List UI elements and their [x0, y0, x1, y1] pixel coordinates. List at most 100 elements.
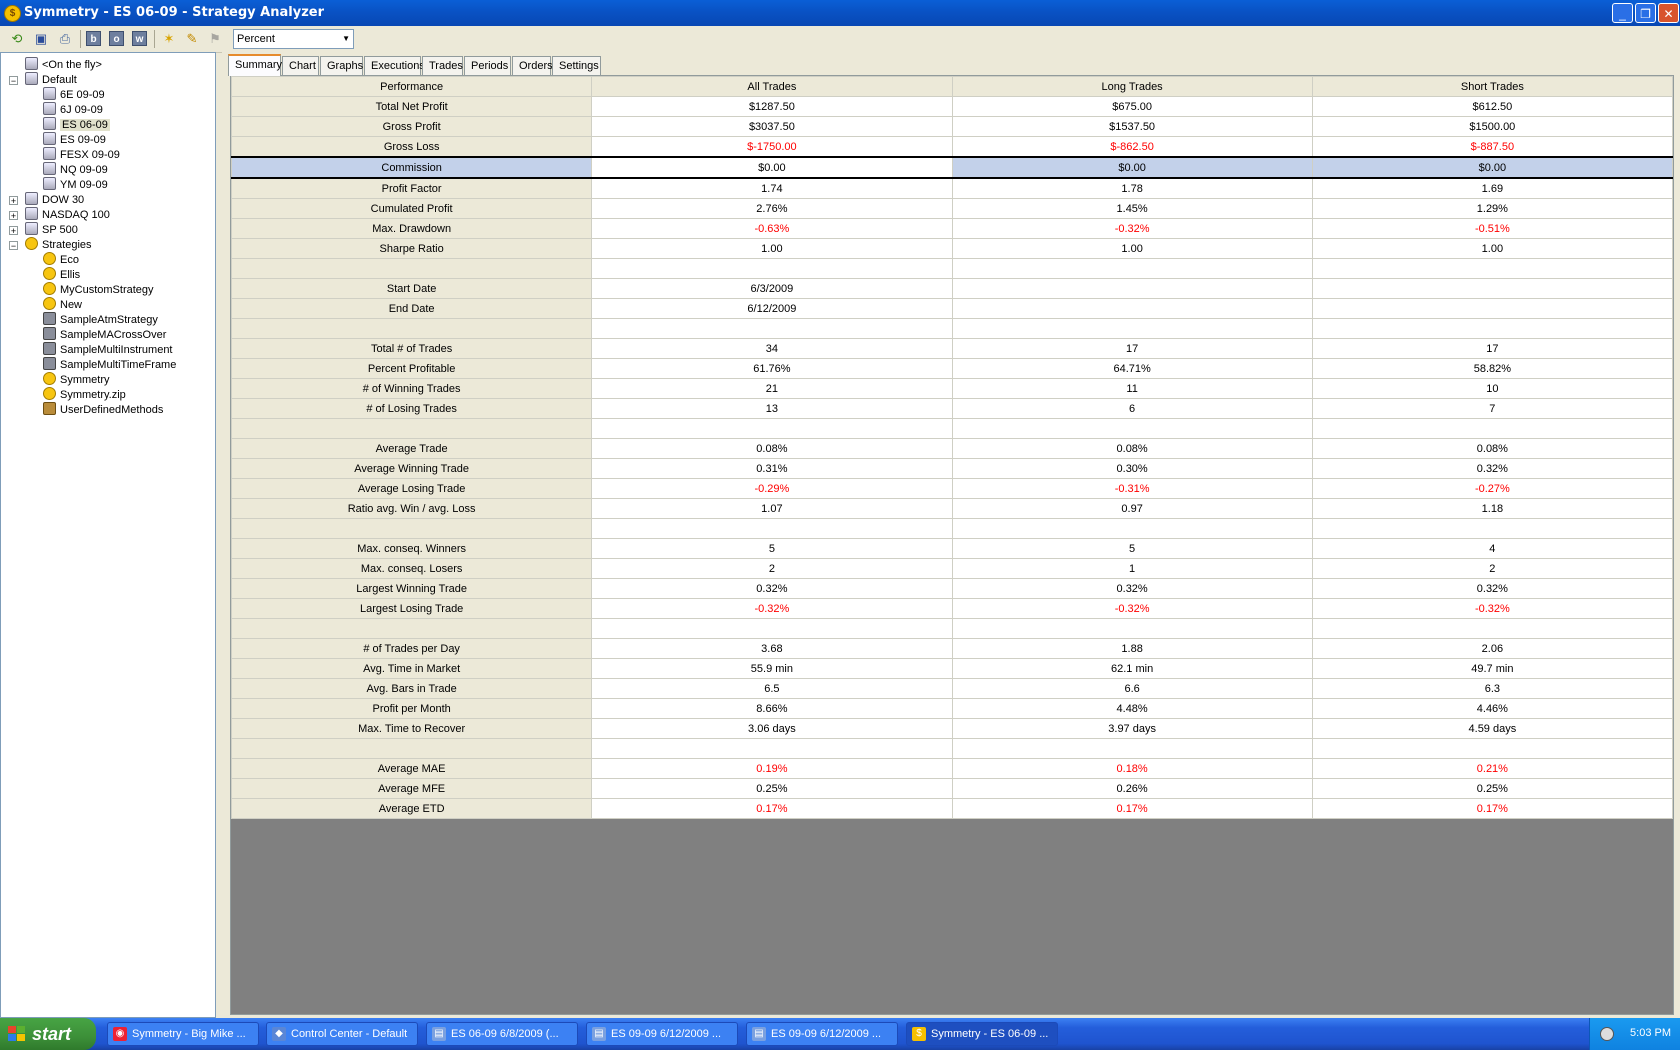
- table-spacer-row[interactable]: [230, 418, 1674, 439]
- edit-icon[interactable]: ✎: [183, 30, 201, 48]
- b-button[interactable]: b: [86, 31, 101, 46]
- table-row-largest-losing-trade[interactable]: Largest Losing Trade -0.32% -0.32% -0.32%: [230, 598, 1674, 619]
- tree-item-eco[interactable]: Eco: [43, 252, 79, 268]
- table-row-avg-bars-in-trade[interactable]: Avg. Bars in Trade 6.5 6.6 6.3: [230, 678, 1674, 699]
- tab-periods[interactable]: Periods: [464, 56, 511, 75]
- table-spacer-row[interactable]: [230, 258, 1674, 279]
- tab-executions[interactable]: Executions: [364, 56, 425, 75]
- tree-item-userdefinedmethods[interactable]: UserDefinedMethods: [43, 402, 163, 418]
- table-row-max-conseq-winners[interactable]: Max. conseq. Winners 5 5 4: [230, 538, 1674, 559]
- table-row-profit-factor[interactable]: Profit Factor 1.74 1.78 1.69: [230, 177, 1674, 199]
- table-row-average-etd[interactable]: Average ETD 0.17% 0.17% 0.17%: [230, 798, 1674, 819]
- table-header-row: Performance All Trades Long Trades Short Tr…: [230, 76, 1674, 97]
- tree-item-es-06-09[interactable]: ES 06-09: [43, 117, 110, 133]
- table-row-percent-profitable[interactable]: Percent Profitable 61.76% 64.71% 58.82%: [230, 358, 1674, 379]
- table-row-avg-time-in-market[interactable]: Avg. Time in Market 55.9 min 62.1 min 49.7 …: [230, 658, 1674, 679]
- table-row-commission[interactable]: Commission $0.00 $0.00 $0.00: [230, 156, 1674, 179]
- tree-item-on-the-fly[interactable]: <On the fly>: [25, 57, 102, 73]
- table-spacer-row[interactable]: [230, 618, 1674, 639]
- table-row-average-winning-trade[interactable]: Average Winning Trade 0.31% 0.30% 0.32%: [230, 458, 1674, 479]
- tree-item-ym-09-09[interactable]: YM 09-09: [43, 177, 108, 193]
- tree-item-6e-09-09[interactable]: 6E 09-09: [43, 87, 105, 103]
- expand-icon[interactable]: +: [9, 226, 18, 236]
- tree-item-nq-09-09[interactable]: NQ 09-09: [43, 162, 108, 178]
- tree-item-fesx-09-09[interactable]: FESX 09-09: [43, 147, 120, 163]
- start-button[interactable]: start: [0, 1018, 96, 1050]
- table-row-largest-winning-trade[interactable]: Largest Winning Trade 0.32% 0.32% 0.32%: [230, 578, 1674, 599]
- taskbar-item-3[interactable]: ▤ ES 06-09 6/8/2009 (...: [426, 1022, 578, 1046]
- tree-item-samplemacrossover[interactable]: SampleMACrossOver: [43, 327, 166, 343]
- column-header[interactable]: Long Trades: [951, 76, 1313, 97]
- tab-settings[interactable]: Settings: [552, 56, 601, 75]
- collapse-icon[interactable]: −: [9, 76, 18, 86]
- wand-icon[interactable]: ✶: [160, 30, 178, 48]
- tree-item-label: NQ 09-09: [60, 164, 108, 176]
- tree-item-samplemultitimeframe[interactable]: SampleMultiTimeFrame: [43, 357, 176, 373]
- tree-item-samplemultiinstrument[interactable]: SampleMultiInstrument: [43, 342, 173, 358]
- table-row-end-date[interactable]: End Date 6/12/2009: [230, 298, 1674, 319]
- minimize-button[interactable]: _: [1612, 3, 1633, 23]
- o-button[interactable]: o: [109, 31, 124, 46]
- tray-icon[interactable]: [1600, 1027, 1614, 1041]
- tab-orders[interactable]: Orders: [512, 56, 553, 75]
- table-row-max-time-to-recover[interactable]: Max. Time to Recover 3.06 days 3.97 days 4.…: [230, 718, 1674, 739]
- restore-button[interactable]: ❐: [1635, 3, 1656, 23]
- tab-chart[interactable]: Chart: [282, 56, 319, 75]
- tab-graphs[interactable]: Graphs: [320, 56, 363, 75]
- save-icon[interactable]: ▣: [32, 30, 50, 48]
- table-row-ratio-avg-win-avg-loss[interactable]: Ratio avg. Win / avg. Loss 1.07 0.97 1.18: [230, 498, 1674, 519]
- table-row-of-winning-trades[interactable]: # of Winning Trades 21 11 10: [230, 378, 1674, 399]
- tab-trades[interactable]: Trades: [422, 56, 463, 75]
- w-button[interactable]: w: [132, 31, 147, 46]
- table-spacer-row[interactable]: [230, 318, 1674, 339]
- taskbar-item-1[interactable]: ◉ Symmetry - Big Mike ...: [107, 1022, 259, 1046]
- tree-item-ellis[interactable]: Ellis: [43, 267, 80, 283]
- tab-summary[interactable]: Summary: [228, 54, 282, 76]
- column-header[interactable]: All Trades: [591, 76, 953, 97]
- table-row-cumulated-profit[interactable]: Cumulated Profit 2.76% 1.45% 1.29%: [230, 198, 1674, 219]
- tree-item-strategies[interactable]: Strategies: [25, 237, 92, 253]
- tree-item-6j-09-09[interactable]: 6J 09-09: [43, 102, 103, 118]
- table-spacer-row[interactable]: [230, 738, 1674, 759]
- table-row-max-drawdown[interactable]: Max. Drawdown -0.63% -0.32% -0.51%: [230, 218, 1674, 239]
- taskbar-item-6[interactable]: $ Symmetry - ES 06-09 ...: [906, 1022, 1058, 1046]
- collapse-icon[interactable]: −: [9, 241, 18, 251]
- print-icon[interactable]: ⎙: [56, 30, 74, 48]
- open-icon[interactable]: ⟲: [8, 30, 26, 48]
- table-row-of-trades-per-day[interactable]: # of Trades per Day 3.68 1.88 2.06: [230, 638, 1674, 659]
- tree-item-nasdaq-100[interactable]: NASDAQ 100: [25, 207, 110, 223]
- table-row-gross-loss[interactable]: Gross Loss $-1750.00 $-862.50 $-887.50: [230, 136, 1674, 158]
- tree-item-symmetry-zip[interactable]: Symmetry.zip: [43, 387, 126, 403]
- table-row-total-net-profit[interactable]: Total Net Profit $1287.50 $675.00 $612.50: [230, 96, 1674, 117]
- table-row-total-of-trades[interactable]: Total # of Trades 34 17 17: [230, 338, 1674, 359]
- tree-item-sampleatmstrategy[interactable]: SampleAtmStrategy: [43, 312, 158, 328]
- table-row-max-conseq-losers[interactable]: Max. conseq. Losers 2 1 2: [230, 558, 1674, 579]
- expand-icon[interactable]: +: [9, 211, 18, 221]
- tree-item-mycustomstrategy[interactable]: MyCustomStrategy: [43, 282, 154, 298]
- tree-item-symmetry[interactable]: Symmetry: [43, 372, 110, 388]
- table-row-average-trade[interactable]: Average Trade 0.08% 0.08% 0.08%: [230, 438, 1674, 459]
- close-button[interactable]: ✕: [1658, 3, 1679, 23]
- table-row-average-losing-trade[interactable]: Average Losing Trade -0.29% -0.31% -0.27%: [230, 478, 1674, 499]
- tree-item-new[interactable]: New: [43, 297, 82, 313]
- taskbar-item-4[interactable]: ▤ ES 09-09 6/12/2009 ...: [586, 1022, 738, 1046]
- column-header[interactable]: Short Trades: [1311, 76, 1674, 97]
- tree-item-sp-500[interactable]: SP 500: [25, 222, 78, 238]
- table-row-average-mfe[interactable]: Average MFE 0.25% 0.26% 0.25%: [230, 778, 1674, 799]
- table-row-profit-per-month[interactable]: Profit per Month 8.66% 4.48% 4.46%: [230, 698, 1674, 719]
- table-row-start-date[interactable]: Start Date 6/3/2009: [230, 278, 1674, 299]
- taskbar-item-5[interactable]: ▤ ES 09-09 6/12/2009 ...: [746, 1022, 898, 1046]
- table-row-sharpe-ratio[interactable]: Sharpe Ratio 1.00 1.00 1.00: [230, 238, 1674, 259]
- table-row-average-mae[interactable]: Average MAE 0.19% 0.18% 0.21%: [230, 758, 1674, 779]
- display-mode-select[interactable]: Percent ▼: [233, 29, 354, 49]
- tree-item-es-09-09[interactable]: ES 09-09: [43, 132, 106, 148]
- table-row-of-losing-trades[interactable]: # of Losing Trades 13 6 7: [230, 398, 1674, 419]
- expand-icon[interactable]: +: [9, 196, 18, 206]
- column-header[interactable]: Performance: [230, 76, 593, 97]
- taskbar-item-2[interactable]: ◆ Control Center - Default: [266, 1022, 418, 1046]
- table-spacer-row[interactable]: [230, 518, 1674, 539]
- tree-item-dow-30[interactable]: DOW 30: [25, 192, 84, 208]
- tree-item-default[interactable]: Default: [25, 72, 77, 88]
- table-row-gross-profit[interactable]: Gross Profit $3037.50 $1537.50 $1500.00: [230, 116, 1674, 137]
- table-cell: [591, 518, 953, 539]
